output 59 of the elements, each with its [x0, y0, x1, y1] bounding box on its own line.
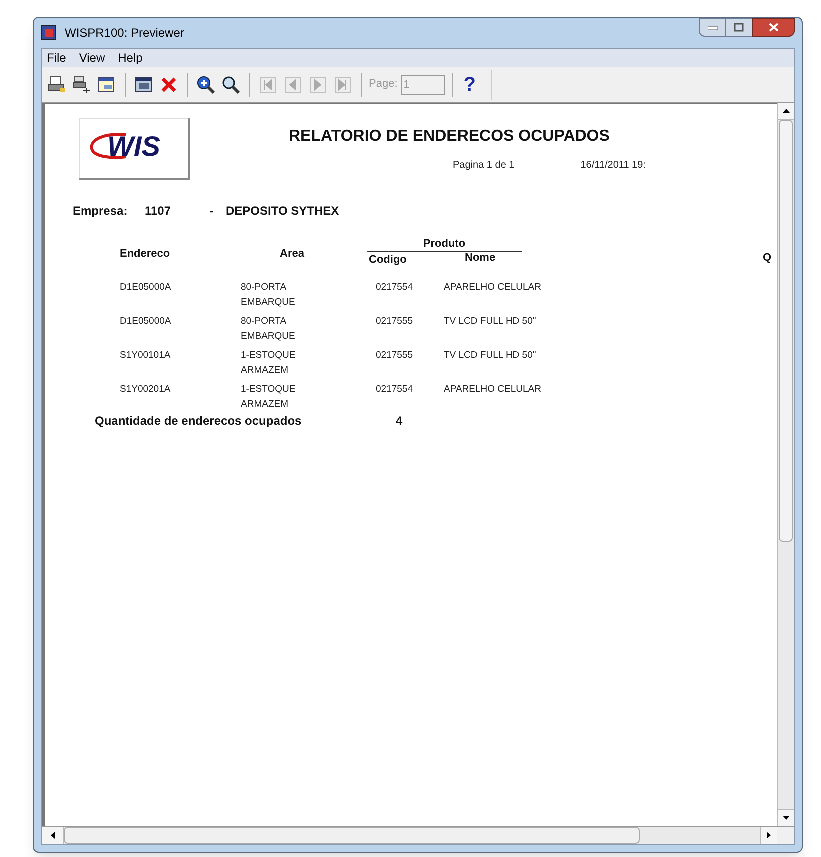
- separator-text: -: [210, 203, 215, 220]
- app-icon: [41, 25, 57, 41]
- menu-item[interactable]: File: [47, 49, 66, 67]
- column-header: Area: [280, 247, 304, 262]
- up-arrow-icon: [782, 109, 790, 113]
- table-cell-text: 0217554: [376, 281, 414, 295]
- company-label: Empresa:: [73, 203, 129, 220]
- table-cell-text: TV LCD FULL HD 50": [444, 315, 538, 329]
- maximize-icon: [734, 23, 744, 32]
- scroll-right-button[interactable]: [760, 827, 777, 844]
- page-setup-icon[interactable]: [71, 74, 93, 96]
- menu-item[interactable]: Help: [118, 49, 143, 67]
- horizontal-scrollbar[interactable]: [42, 827, 777, 844]
- scroll-up-button[interactable]: [778, 103, 794, 120]
- left-arrow-icon: [50, 832, 54, 839]
- table-cell-text: D1E05000A: [120, 281, 172, 295]
- column-header: Nome: [465, 251, 496, 266]
- scrollbar-thumb[interactable]: [779, 120, 793, 542]
- close-button[interactable]: [752, 18, 795, 37]
- column-header: Codigo: [369, 253, 407, 268]
- table-cell-text: 1-ESTOQUE ARMAZEM: [241, 349, 297, 378]
- table-cell-text: S1Y00201A: [120, 383, 172, 397]
- table-cell-text: D1E05000A: [120, 315, 172, 329]
- menu-item[interactable]: View: [79, 49, 106, 67]
- window-title: WISPR100: Previewer: [65, 25, 184, 42]
- table-cell-text: 1-ESTOQUE ARMAZEM: [241, 383, 297, 412]
- help-button[interactable]: ?: [460, 70, 480, 100]
- maximize-button[interactable]: [726, 18, 752, 37]
- down-arrow-icon: [782, 816, 790, 820]
- report-date: 16/11/2011 19:: [580, 159, 646, 173]
- table-cell-text: 0217555: [376, 315, 414, 329]
- summary-label: Quantidade de enderecos ocupados: [95, 413, 303, 430]
- column-group-header: Produto: [367, 238, 522, 252]
- column-header: Q: [763, 251, 772, 266]
- scroll-down-button[interactable]: [778, 809, 794, 826]
- company-name: DEPOSITO SYTHEX: [226, 203, 340, 220]
- table-cell-text: APARELHO CELULAR: [444, 383, 542, 397]
- page-number: Pagina 1 de 1: [453, 159, 515, 173]
- table-cell-text: 80-PORTA EMBARQUE: [241, 281, 296, 310]
- vertical-scrollbar[interactable]: [777, 103, 794, 826]
- zoom-in-icon[interactable]: [195, 74, 217, 96]
- close-icon: [768, 23, 778, 32]
- logo: WIS: [79, 118, 190, 180]
- table-cell-text: 0217554: [376, 383, 414, 397]
- table-cell-text: APARELHO CELULAR: [444, 281, 542, 295]
- scroll-left-button[interactable]: [42, 827, 64, 844]
- table-cell-text: S1Y00101A: [120, 349, 172, 363]
- column-header: Endereco: [120, 247, 170, 262]
- report-title: RELATORIO DE ENDERECOS OCUPADOS: [289, 127, 611, 147]
- company-code: 1107: [145, 203, 172, 220]
- right-arrow-icon: [767, 832, 771, 839]
- minimize-icon: [708, 26, 718, 30]
- scrollbar-thumb[interactable]: [64, 827, 640, 844]
- table-cell-text: TV LCD FULL HD 50": [444, 349, 538, 363]
- page-label: Page:: [369, 77, 398, 92]
- minimize-button[interactable]: [699, 18, 726, 37]
- summary-value: 4: [396, 413, 403, 430]
- table-cell-text: 80-PORTA EMBARQUE: [241, 315, 296, 344]
- table-cell-text: 0217555: [376, 349, 414, 363]
